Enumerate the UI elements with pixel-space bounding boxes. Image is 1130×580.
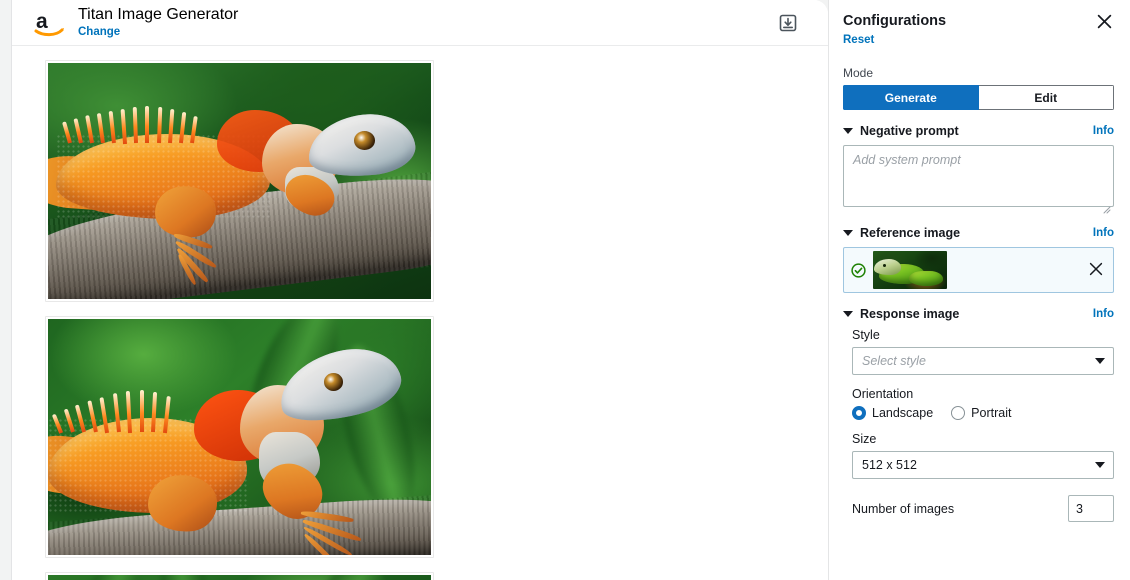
orientation-label: Orientation [852,387,914,401]
orientation-option-portrait[interactable]: Portrait [951,406,1011,420]
reference-image-thumbnail [873,251,947,289]
mode-option-edit[interactable]: Edit [978,85,1114,110]
negative-prompt-field [843,145,1114,214]
number-of-images-field: Number of images [852,495,1114,522]
chevron-down-icon [1095,358,1105,364]
chevron-down-icon[interactable] [843,230,853,236]
amazon-logo: a [34,9,68,39]
orientation-landscape-label: Landscape [872,406,934,420]
generated-image-1[interactable] [45,60,434,302]
configurations-header: Configurations Reset [843,12,1114,48]
style-select-value: Select style [862,354,926,368]
generated-image-gallery [12,46,828,580]
negative-prompt-info-link[interactable]: Info [1093,125,1114,137]
app-root: a Titan Image Generator Change Configura… [0,0,1130,580]
save-icon[interactable] [776,11,800,35]
chevron-down-icon [1095,462,1105,468]
size-select-value: 512 x 512 [862,458,917,472]
mode-option-generate[interactable]: Generate [843,85,979,110]
image-scene [48,319,431,555]
size-select[interactable]: 512 x 512 [852,451,1114,479]
chevron-down-icon[interactable] [843,128,853,134]
close-icon[interactable] [1094,11,1114,31]
remove-reference-image-icon[interactable] [1089,262,1105,278]
size-label: Size [852,432,877,446]
generated-image-3[interactable] [45,572,434,580]
radio-landscape[interactable] [852,406,866,420]
response-image-info-link[interactable]: Info [1093,308,1114,320]
configurations-panel: Configurations Reset Mode Generate Edit … [828,0,1130,580]
chevron-down-icon[interactable] [843,311,853,317]
model-identity: Titan Image Generator Change [78,6,238,40]
iguana-toes [300,508,393,555]
playground-main-card: a Titan Image Generator Change [12,0,828,580]
model-header: a Titan Image Generator Change [12,0,828,46]
reference-image-title: Reference image [860,226,961,240]
svg-text:a: a [36,10,48,33]
mode-label: Mode [843,66,874,80]
radio-portrait[interactable] [951,406,966,420]
orientation-option-landscape[interactable]: Landscape [852,406,933,420]
response-image-body: Style Select style Orientation Landscape… [843,328,1114,522]
reference-image-item[interactable] [843,247,1114,293]
success-check-icon [851,262,866,278]
response-image-header[interactable]: Response image Info [843,307,1114,321]
reference-image-info-link[interactable]: Info [1093,227,1114,239]
mode-toggle-group[interactable]: Generate Edit [843,85,1114,110]
negative-prompt-title: Negative prompt [860,124,959,138]
style-select[interactable]: Select style [852,347,1114,375]
change-model-link[interactable]: Change [78,25,238,40]
left-rail [0,0,12,580]
reference-image-header[interactable]: Reference image Info [843,226,1114,240]
mode-field: Mode Generate Edit [843,66,1114,110]
reset-link[interactable]: Reset [843,34,874,46]
negative-prompt-input[interactable] [843,145,1114,207]
response-image-title: Response image [860,307,960,321]
iguana-eye [323,373,343,391]
generated-image-2[interactable] [45,316,434,558]
image-scene [48,575,431,580]
style-label: Style [852,328,880,342]
number-of-images-label: Number of images [852,501,955,516]
image-scene [48,63,431,299]
orientation-portrait-label: Portrait [971,406,1012,420]
number-of-images-input[interactable] [1068,495,1114,522]
orientation-radio-group[interactable]: Landscape Portrait [852,406,1114,420]
configurations-title: Configurations [843,13,947,29]
page-title: Titan Image Generator [78,5,239,23]
negative-prompt-header[interactable]: Negative prompt Info [843,124,1114,138]
iguana-toes [173,228,258,286]
